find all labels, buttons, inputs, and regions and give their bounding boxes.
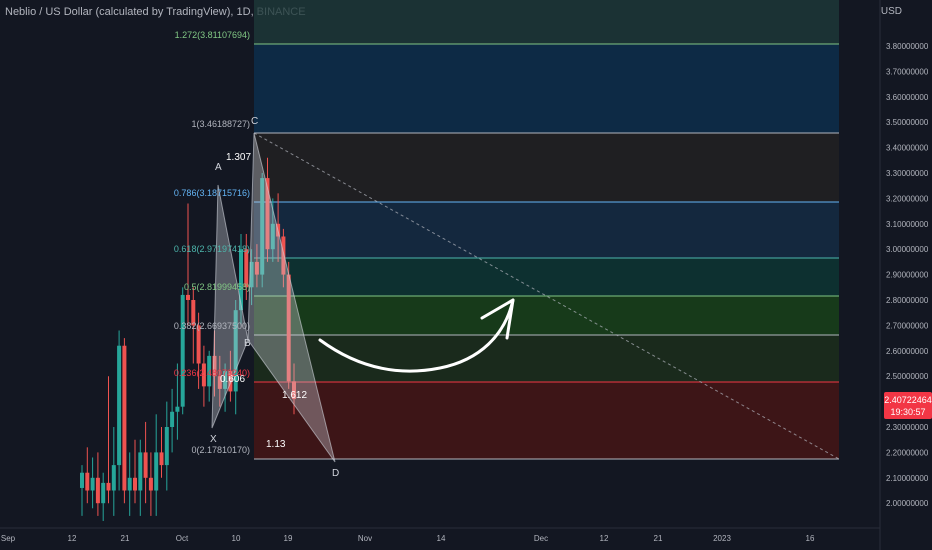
fib-label-0382: 0.382(2.66937500) [174, 321, 250, 331]
time-tick-label: Dec [534, 534, 548, 543]
fib-label-0236: 0.236(2.48073240) [174, 368, 250, 378]
price-tick-label: 3.80000000 [886, 42, 929, 51]
candle-body [106, 482, 111, 491]
fib-band-1272 [254, 44, 839, 133]
point-d-label: D [332, 468, 339, 479]
candle-body [90, 477, 95, 491]
time-tick-label: 19 [284, 534, 293, 543]
price-tick-label: 3.30000000 [886, 169, 929, 178]
price-tick-label: 2.60000000 [886, 347, 929, 356]
point-a-label: A [215, 162, 222, 173]
candle-body [164, 427, 169, 466]
candle-body [85, 472, 90, 491]
candle-body [127, 477, 132, 491]
candle-body [186, 294, 190, 300]
time-tick-label: 12 [600, 534, 609, 543]
time-tick-label: 10 [232, 534, 241, 543]
candle-body [138, 452, 143, 491]
price-tick-label: 3.50000000 [886, 118, 929, 127]
candle-body [159, 452, 164, 466]
point-c-label: C [251, 116, 258, 127]
fib-band-1 [254, 133, 839, 202]
fib-band-0382 [254, 335, 839, 382]
price-tick-label: 2.70000000 [886, 321, 929, 330]
fib-band-0786 [254, 202, 839, 258]
time-axis[interactable]: Sep 12 21 Oct 10 19 Nov 14 Dec 12 21 2023 16 [0, 527, 880, 543]
time-tick-label: Oct [176, 534, 189, 543]
candle-body [111, 465, 116, 491]
fib-band-05 [254, 296, 839, 335]
candle-body [95, 477, 100, 504]
time-tick-label: 16 [806, 534, 815, 543]
fib-label-0786: 0.786(3.18715716) [174, 188, 250, 198]
price-tick-label: 2.90000000 [886, 271, 929, 280]
current-price-tag: 2.40722464 19:30:57 [884, 392, 932, 419]
fib-label-1: 1(3.46188727) [191, 119, 250, 129]
price-axis[interactable]: 3.80000000 3.70000000 3.60000000 3.50000000… [879, 0, 929, 550]
time-tick-label: 2023 [713, 534, 731, 543]
ratio-113: 1.13 [266, 439, 286, 450]
time-tick-label: Sep [1, 534, 16, 543]
fib-label-1272: 1.272(3.81107694) [175, 30, 250, 40]
price-tick-label: 2.50000000 [886, 372, 929, 381]
candle-body [80, 472, 84, 488]
fib-label-0618: 0.618(2.97197418) [174, 244, 250, 254]
fib-band-0236 [254, 382, 839, 459]
ratio-1612: 1.612 [282, 390, 307, 401]
price-tick-label: 3.00000000 [886, 245, 929, 254]
point-x-label: X [210, 434, 217, 445]
candle-body [143, 452, 148, 478]
fib-labels: 1.272(3.81107694) 1(3.46188727) 0.786(3.… [174, 30, 250, 455]
candle-body [170, 411, 175, 427]
price-tick-label: 2.10000000 [886, 474, 929, 483]
time-tick-label: 14 [437, 534, 446, 543]
time-tick-label: 21 [654, 534, 663, 543]
candlestick-chart[interactable]: X A B C D 1.307 0.606 1.612 1.13 1.272(3… [0, 0, 932, 550]
price-tick-label: 3.60000000 [886, 93, 929, 102]
price-tick-label: 3.20000000 [886, 194, 929, 203]
price-tick-label: 2.80000000 [886, 296, 929, 305]
price-tick-label: 2.30000000 [886, 423, 929, 432]
time-tick-label: 12 [68, 534, 77, 543]
price-tick-label: 2.00000000 [886, 499, 929, 508]
current-price-value: 2.40722464 [884, 395, 932, 405]
countdown-timer: 19:30:57 [890, 407, 925, 417]
price-tick-label: 3.10000000 [886, 220, 929, 229]
price-tick-label: 3.40000000 [886, 144, 929, 153]
candle-body [180, 294, 185, 407]
candle-body [133, 477, 137, 491]
point-b-label: B [244, 338, 251, 349]
candle-body [148, 477, 153, 491]
fib-retracement[interactable] [253, 0, 840, 460]
candle-body [117, 345, 122, 466]
candle-body [175, 406, 180, 412]
candle-body [122, 345, 127, 491]
candle-body [196, 325, 201, 364]
candle-body [154, 452, 159, 491]
price-tick-label: 3.70000000 [886, 67, 929, 76]
fib-band-0618 [254, 258, 839, 296]
time-tick-label: Nov [358, 534, 372, 543]
ratio-1307: 1.307 [226, 152, 251, 163]
fib-band-top [254, 0, 839, 44]
fib-label-0: 0(2.17810170) [191, 445, 250, 455]
fib-label-05: 0.5(2.81999458) [184, 282, 250, 292]
price-tick-label: 2.20000000 [886, 448, 929, 457]
time-tick-label: 21 [121, 534, 130, 543]
candle-body [101, 482, 106, 504]
